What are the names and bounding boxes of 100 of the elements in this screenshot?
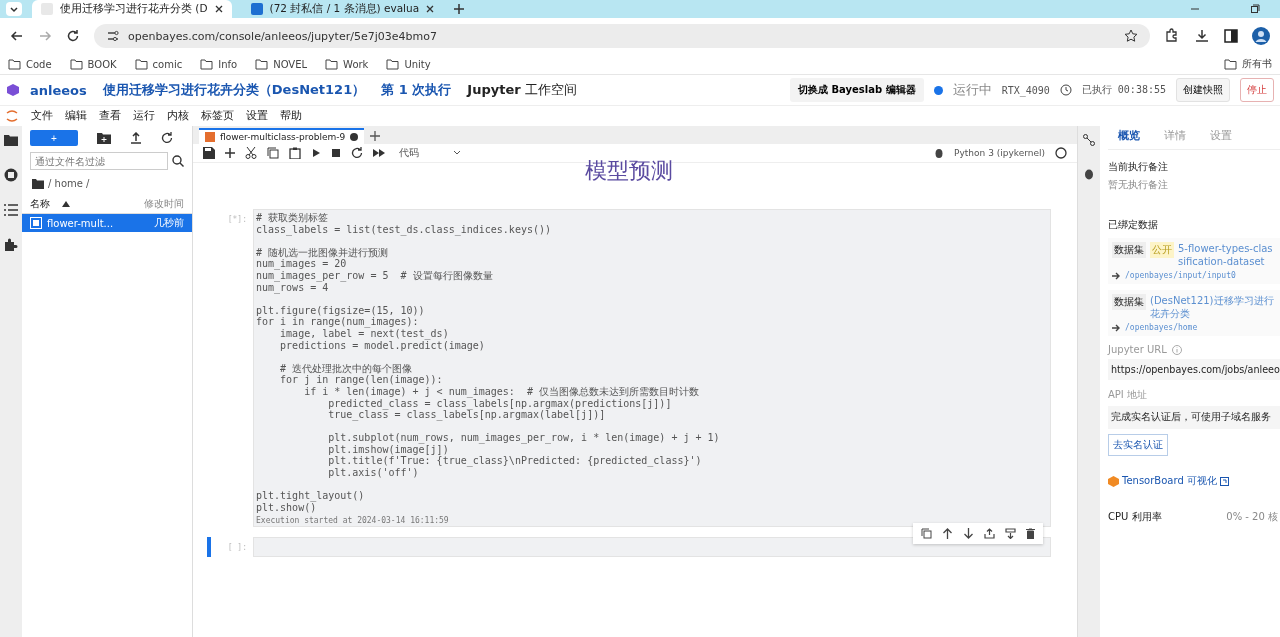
paste-icon[interactable]	[289, 147, 301, 159]
add-icon[interactable]	[225, 148, 235, 158]
site-settings-icon[interactable]	[106, 29, 120, 43]
download-icon[interactable]	[1194, 28, 1210, 44]
bookmark-folder[interactable]: Work	[325, 58, 369, 70]
menu-item[interactable]: 运行	[133, 109, 155, 123]
bookmark-folder[interactable]: BOOK	[69, 58, 117, 70]
menu-item[interactable]: 查看	[99, 109, 121, 123]
code-input[interactable]	[253, 537, 1051, 558]
bookmark-folder[interactable]: Info	[200, 58, 238, 70]
mount-path: /openbayes/home	[1125, 323, 1198, 332]
section-title: 已绑定数据	[1108, 218, 1159, 232]
workspace-title: Jupyter 工作空间	[467, 81, 577, 99]
arrow-icon	[1112, 271, 1121, 280]
breadcrumb-path[interactable]: / home /	[48, 178, 90, 189]
cut-icon[interactable]	[245, 147, 257, 159]
list-icon[interactable]	[4, 204, 18, 216]
stop-button[interactable]: 停止	[1240, 78, 1274, 102]
snapshot-button[interactable]: 创建快照	[1176, 78, 1230, 102]
insert-above-icon[interactable]	[984, 528, 995, 540]
menu-item[interactable]: 设置	[246, 109, 268, 123]
cpu-label: CPU 利用率	[1108, 510, 1162, 524]
cell-type-dropdown[interactable]: 代码	[399, 146, 461, 160]
panel-tab[interactable]: 概览	[1118, 128, 1140, 143]
profile-avatar-icon[interactable]	[1252, 27, 1270, 45]
run-icon[interactable]	[311, 148, 321, 158]
menu-item[interactable]: 编辑	[65, 109, 87, 123]
insert-below-icon[interactable]	[1005, 528, 1016, 540]
menu-item[interactable]: 帮助	[280, 109, 302, 123]
new-launcher-button[interactable]: +	[30, 130, 78, 146]
unsaved-dot-icon[interactable]	[350, 133, 359, 141]
stop-circle-icon[interactable]	[4, 168, 18, 182]
folder-icon[interactable]	[4, 134, 18, 146]
verify-button[interactable]: 去实名认证	[1108, 434, 1168, 456]
add-tab-icon[interactable]	[370, 131, 381, 141]
notebook-tab[interactable]: flower-multiclass-problem-9	[199, 128, 365, 144]
menu-item[interactable]: 文件	[31, 109, 53, 123]
menu-item[interactable]: 标签页	[201, 109, 234, 123]
bookmark-folder[interactable]: NOVEL	[255, 58, 308, 70]
duplicate-icon[interactable]	[921, 528, 932, 540]
sort-up-icon	[62, 201, 70, 207]
arrow-icon	[1112, 323, 1121, 332]
clock-icon	[1059, 84, 1072, 96]
code-input[interactable]	[253, 209, 1051, 528]
close-icon[interactable]	[425, 4, 436, 14]
fast-forward-icon[interactable]	[373, 148, 385, 158]
project-link[interactable]: 使用迁移学习进行花卉分类（DesNet121）	[102, 81, 366, 99]
file-row[interactable]: flower-mult... 几秒前	[22, 214, 192, 232]
back-icon[interactable]	[10, 29, 24, 43]
bookmark-folder[interactable]: Unity	[386, 58, 431, 70]
save-icon[interactable]	[203, 147, 215, 159]
close-icon[interactable]	[213, 4, 224, 14]
restart-icon[interactable]	[351, 147, 363, 159]
folder-icon	[69, 58, 83, 70]
upload-icon[interactable]	[130, 132, 142, 144]
mount-path: /openbayes/input/input0	[1125, 271, 1236, 280]
elapsed-time: 已执行 00:38:55	[1081, 83, 1166, 97]
refresh-icon[interactable]	[161, 132, 173, 144]
extensions-icon[interactable]	[1164, 28, 1180, 44]
new-tab-icon[interactable]	[453, 3, 466, 15]
folder-icon	[325, 58, 339, 70]
external-link-icon[interactable]	[1219, 476, 1229, 486]
folder-icon	[1224, 58, 1237, 70]
move-down-icon[interactable]	[963, 528, 974, 540]
switch-editor-button[interactable]: 切换成 Bayeslab 编辑器	[790, 78, 924, 102]
property-inspector-icon[interactable]	[1083, 134, 1095, 146]
column-header[interactable]: 名称	[30, 197, 50, 211]
gpu-label: RTX_4090	[1001, 84, 1050, 96]
browser-tab[interactable]: 使用迁移学习进行花卉分类 (D	[32, 0, 232, 18]
delete-icon[interactable]	[1026, 528, 1035, 540]
tensorboard-link[interactable]: TensorBoard 可视化	[1122, 474, 1217, 488]
kernel-status-icon	[1055, 147, 1067, 159]
status-dot-icon	[933, 85, 943, 95]
restore-icon[interactable]	[1250, 4, 1260, 14]
puzzle-icon[interactable]	[4, 238, 18, 252]
star-icon[interactable]	[1124, 29, 1138, 43]
bookmark-folder[interactable]: Code	[8, 58, 52, 70]
stop-icon[interactable]	[331, 148, 341, 158]
folder-icon	[200, 58, 214, 70]
user-link[interactable]: anleeos	[30, 82, 87, 98]
copy-icon[interactable]	[267, 147, 279, 159]
run-link[interactable]: 第 1 次执行	[381, 81, 452, 99]
address-bar[interactable]: openbayes.com/console/anleeos/jupyter/5e7j03e4bmo7	[94, 24, 1150, 48]
menu-item[interactable]: 内核	[167, 109, 189, 123]
reload-icon[interactable]	[66, 29, 80, 43]
folder-icon	[255, 58, 269, 70]
url-field[interactable]: https://openbayes.com/jobs/anleeo	[1108, 359, 1280, 380]
move-up-icon[interactable]	[942, 528, 953, 540]
dataset-tag: 数据集	[1112, 294, 1146, 310]
chevron-icon	[9, 4, 19, 14]
filter-field[interactable]: 通过文件名过滤	[30, 152, 168, 170]
tab-title: 使用迁移学习进行花卉分类 (D	[60, 2, 208, 16]
browser-tab[interactable]: (72 封私信 / 1 条消息) evalua	[241, 0, 444, 18]
sidebar-icon[interactable]	[1224, 29, 1238, 43]
tab-list-button[interactable]	[6, 2, 22, 16]
bookmark-folder[interactable]: comic	[134, 58, 183, 70]
bookmark-folder[interactable]: 所有书	[1224, 57, 1272, 71]
column-header[interactable]: 修改时间	[144, 197, 184, 211]
kernel-name[interactable]: Python 3 (ipykernel)	[954, 148, 1045, 158]
new-folder-icon[interactable]	[97, 132, 111, 144]
